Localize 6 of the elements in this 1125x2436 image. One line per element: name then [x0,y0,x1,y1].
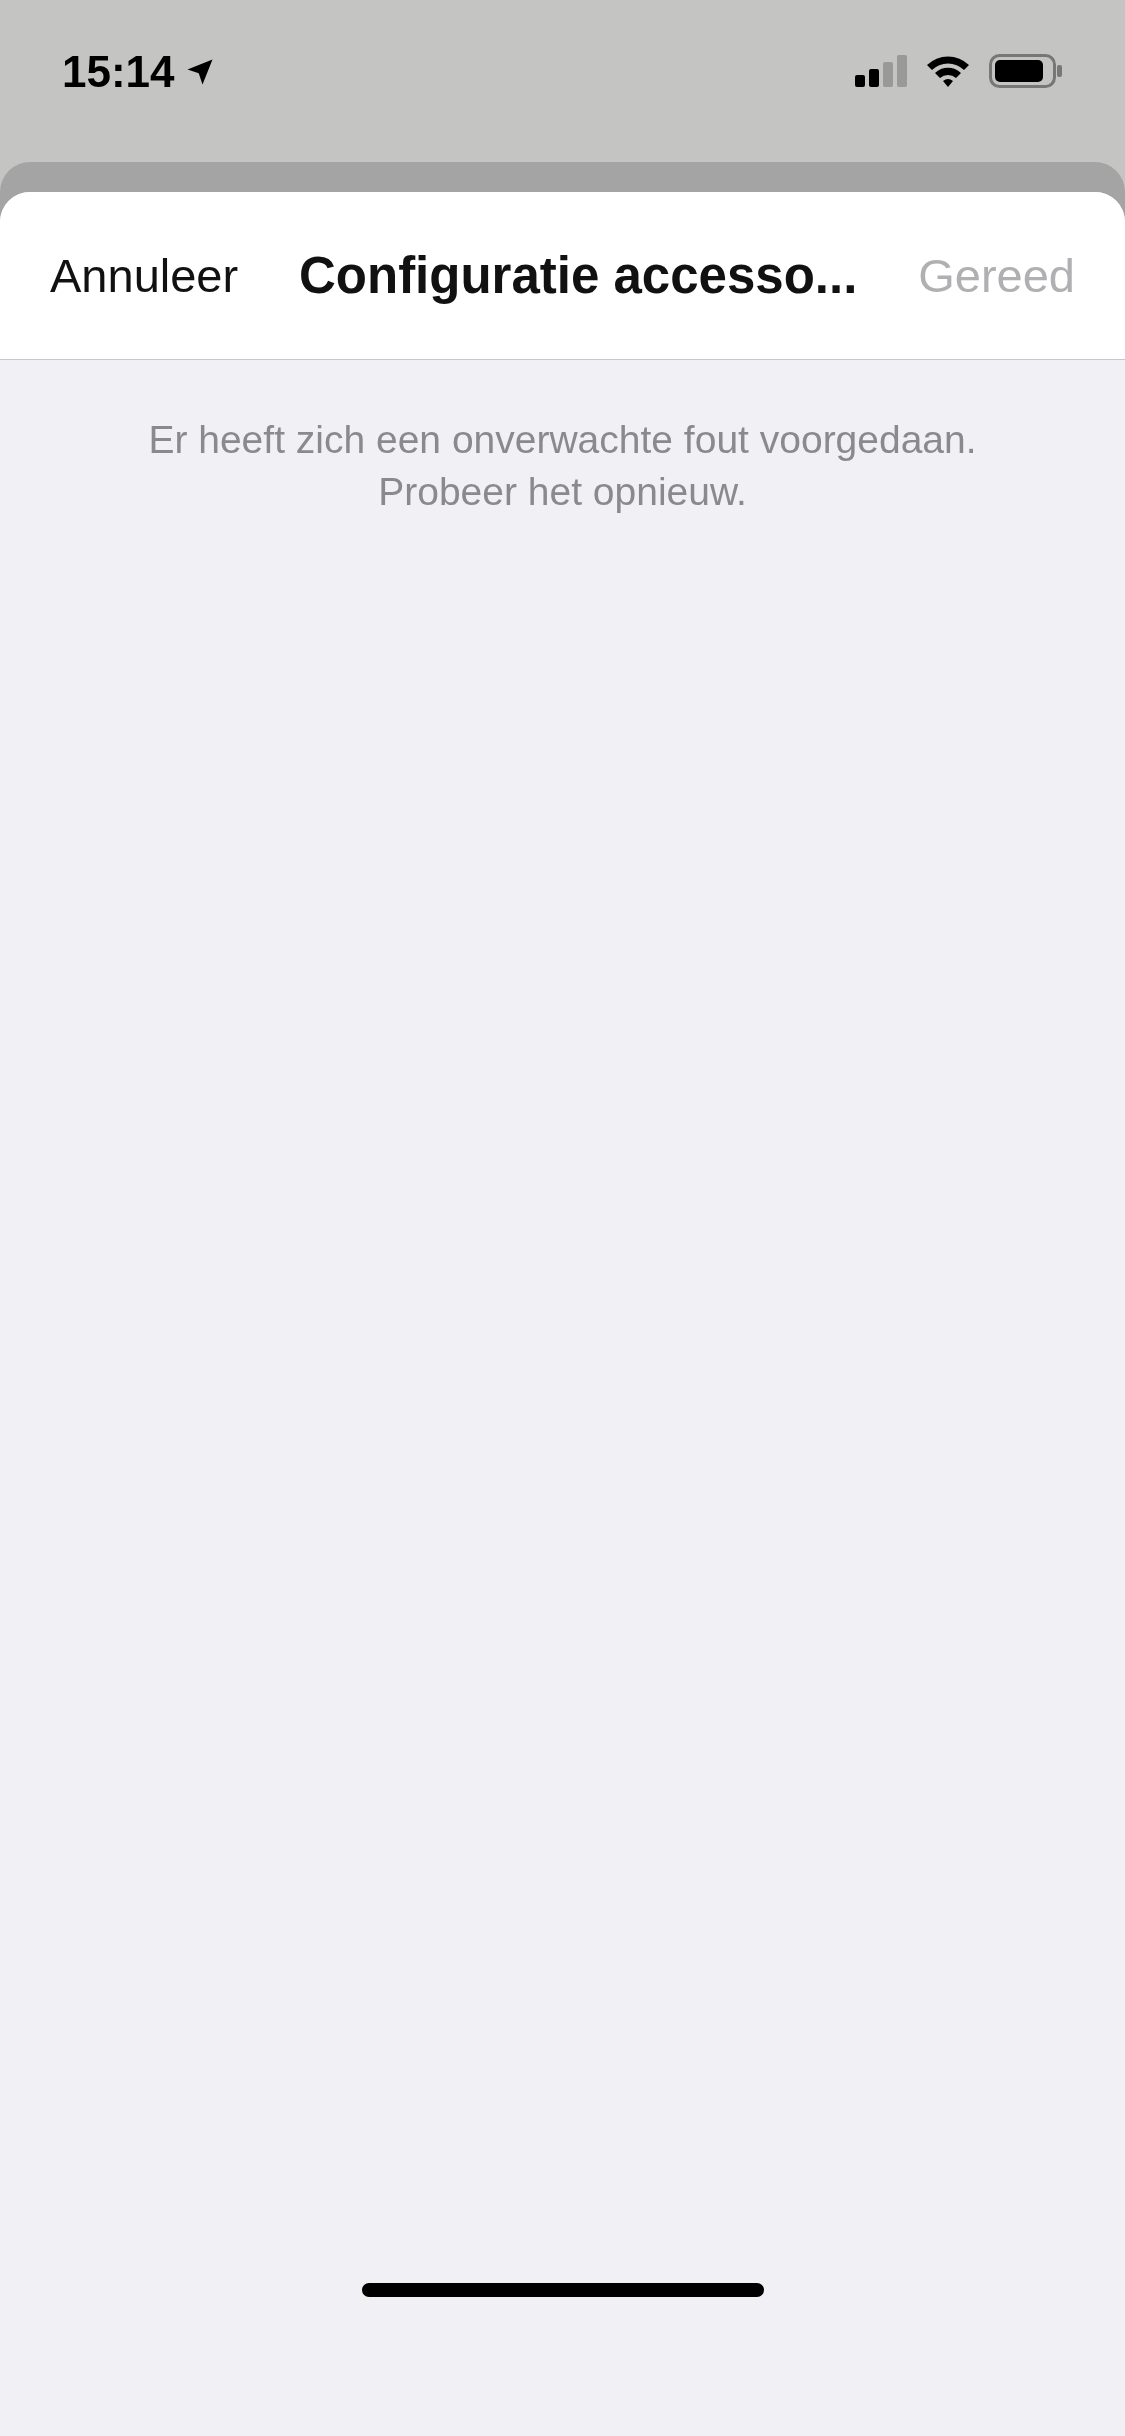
wifi-icon [925,54,971,88]
cancel-button[interactable]: Annuleer [50,252,239,299]
error-message: Er heeft zich een onverwachte fout voorgedaan. Probeer het opnieuw. [147,417,978,515]
signal-icon [855,55,907,87]
battery-icon [989,54,1063,88]
status-time: 15:14 [62,50,175,94]
